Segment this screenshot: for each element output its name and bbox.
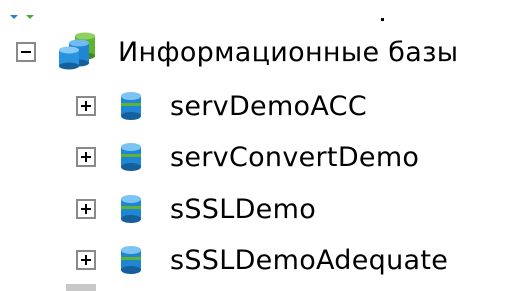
plus-icon (81, 255, 91, 265)
expand-toggle[interactable] (76, 199, 96, 219)
infobase-tree: Информационные базы servDemoACC servConv… (0, 0, 512, 291)
tree-item[interactable]: sSSLDemoAdequate (76, 238, 448, 282)
plus-icon (81, 152, 91, 162)
tree-item[interactable]: servConvertDemo (76, 135, 419, 179)
tree-item[interactable]: sSSLDemo (76, 187, 316, 231)
tree-root-node[interactable]: Информационные базы (16, 30, 458, 74)
expand-toggle[interactable] (76, 96, 96, 116)
partial-row-top (0, 0, 512, 24)
database-icon (121, 143, 141, 171)
tree-item-label: sSSLDemo (170, 193, 317, 225)
databases-icon (59, 32, 95, 70)
database-icon (121, 92, 141, 120)
expand-toggle[interactable] (76, 250, 96, 270)
tree-item-label: sSSLDemoAdequate (170, 244, 449, 276)
partial-row-glyphs (10, 15, 384, 21)
plus-icon (81, 101, 91, 111)
tree-item-label: servDemoACC (170, 90, 367, 122)
partial-row-bottom (66, 284, 96, 291)
tree-item[interactable]: servDemoACC (76, 84, 367, 128)
expand-toggle[interactable] (76, 147, 96, 167)
tree-root-label: Информационные базы (118, 36, 459, 68)
plus-icon (81, 204, 91, 214)
database-icon (121, 246, 141, 274)
collapse-toggle-root[interactable] (16, 42, 36, 62)
tree-item-label: servConvertDemo (170, 141, 420, 173)
minus-icon (21, 51, 31, 53)
database-icon (121, 195, 141, 223)
